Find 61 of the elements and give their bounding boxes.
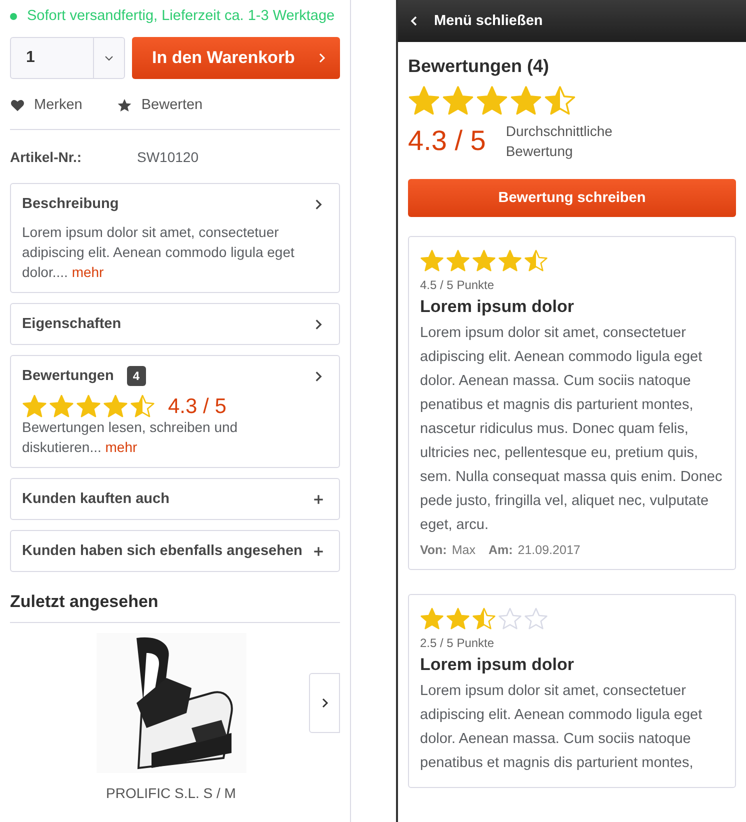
status-dot [10,12,17,20]
accordion-header[interactable]: Eigenschaften [22,304,328,344]
half-star-icon [472,607,496,631]
star-icon [446,249,470,273]
review-title: Lorem ipsum dolor [420,297,575,317]
author-label: Von: [420,543,447,557]
quantity-select[interactable]: 1 [10,37,125,79]
author-name: Max [452,543,476,557]
average-score: 4.3 / 5 [408,125,486,157]
half-star-icon [544,85,576,117]
star-icon [510,85,542,117]
availability-text: Sofort versandfertig, Lieferzeit ca. 1-3 Werktage [27,8,335,24]
star-icon [49,394,74,419]
star-icon [420,607,444,631]
half-star-icon [130,394,155,419]
action-link[interactable]: Bewerten [117,97,203,113]
section-heading: Zuletzt angesehen [10,592,340,623]
star-icon [442,85,474,117]
review-date: 21.09.2017 [518,543,580,557]
plus-icon [312,492,325,506]
accordion-header[interactable]: Kunden kauften auch [22,479,328,519]
panel-title: Bewertungen (4) [408,56,550,77]
star-icon [22,394,47,419]
description-text: Bewertungen lesen, schreiben und diskutieren... mehr [22,418,239,457]
more-link[interactable]: mehr [72,264,104,280]
article-number-label: Artikel-Nr.: [10,149,83,165]
star-icon [476,85,508,117]
review-points: 4.5 / 5 Punkte [420,278,496,292]
description-text: Lorem ipsum dolor sit amet, consectetuer adipiscing elit. Aenean commodo ligula eget dolor.... mehr [22,223,296,282]
add-to-cart-button[interactable]: In den Warenkorb [132,37,340,79]
rating-score: 4.3 / 5 [168,394,226,418]
close-menu-button[interactable]: Menü schließen [398,0,746,42]
star-icon [498,249,522,273]
date-label: Am: [488,543,513,557]
star-icon [472,249,496,273]
half-star-icon [524,249,548,273]
article-number: SW10120 [137,149,198,165]
accordion-header[interactable]: Bewertungen 4 [22,356,328,396]
star-icon [420,249,444,273]
carousel-next-button[interactable] [309,673,340,733]
empty-star-icon [524,607,548,631]
empty-star-icon [498,607,522,631]
write-review-button[interactable]: Bewertung schreiben [408,179,736,217]
star-icon [408,85,440,117]
average-caption: Durchschnittliche Bewertung [506,122,614,161]
star-icon [446,607,470,631]
more-link[interactable]: mehr [105,439,138,455]
action-link[interactable]: Merken [10,97,82,113]
plus-icon [312,544,325,558]
star-icon [117,98,132,112]
review-title: Lorem ipsum dolor [420,655,575,675]
accordion-header[interactable]: Beschreibung [22,184,328,224]
review-text: Lorem ipsum dolor sit amet, consectetuer adipiscing elit. Aenean commodo ligula eget dolor. Aenean massa. Cum sociis natoque penatibus et magnis dis parturient montes, nascetur ridiculus mus. Donec quam felis, ultricies nec, pellentesque eu, pretium quis, sem. Nulla consequat massa quis enim. Donec pede justo, fringilla vel, aliquet nec, vulputate eget, arcu. [420,324,724,535]
review-points: 2.5 / 5 Punkte [420,636,496,650]
star-icon [103,394,128,419]
heart-icon [10,98,25,112]
accordion-header[interactable]: Kunden haben sich ebenfalls angesehen [22,531,328,571]
star-icon [76,394,101,419]
count-badge: 4 [126,366,146,386]
product-name[interactable]: PROLIFIC S.L. S / M [106,785,236,801]
review-text: Lorem ipsum dolor sit amet, consectetuer adipiscing elit. Aenean commodo ligula eget dolor. Aenean massa. Cum sociis natoque penatibus et magnis dis parturient montes, [420,682,704,773]
